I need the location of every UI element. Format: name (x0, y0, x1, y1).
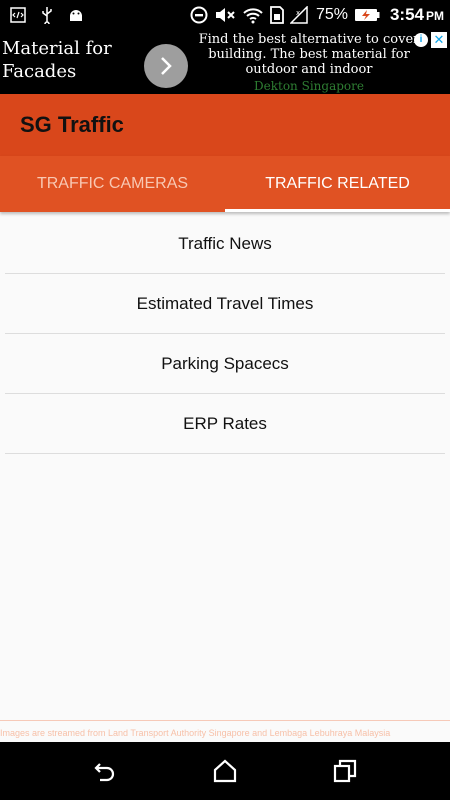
list-item-erp-rates[interactable]: ERP Rates (5, 394, 445, 454)
tab-traffic-cameras[interactable]: TRAFFIC CAMERAS (0, 156, 225, 212)
footer-note: Images are streamed from Land Transport … (0, 728, 391, 738)
home-icon[interactable] (212, 758, 238, 784)
code-icon (10, 7, 26, 23)
list-item-estimated-travel-times[interactable]: Estimated Travel Times (5, 274, 445, 334)
back-icon[interactable] (92, 758, 118, 784)
recent-apps-icon[interactable] (332, 758, 358, 784)
battery-charging-icon (354, 9, 380, 21)
tab-traffic-related[interactable]: TRAFFIC RELATED (225, 156, 450, 212)
wifi-icon (243, 8, 263, 24)
status-bar: x 75% 3:54 PM (0, 0, 450, 32)
clock-time: 3:54 (389, 5, 424, 24)
ad-description-text: Find the best alternative to cover build… (198, 32, 420, 77)
battery-percent: 75% (315, 6, 348, 23)
navigation-bar (0, 742, 450, 800)
clock-ampm: PM (426, 9, 444, 23)
ad-info-icon[interactable]: i (414, 33, 428, 47)
list-item-traffic-news[interactable]: Traffic News (5, 214, 445, 274)
do-not-disturb-icon (190, 6, 208, 24)
app-title: SG Traffic (20, 112, 124, 137)
list-item-parking-spaces[interactable]: Parking Spacecs (5, 334, 445, 394)
android-icon (70, 10, 82, 21)
mute-icon (215, 8, 235, 22)
ad-headline[interactable]: Material for Facades (2, 37, 142, 83)
ad-arrow-button[interactable] (144, 44, 188, 88)
footer-divider (0, 720, 450, 721)
traffic-related-list: Traffic News Estimated Travel Times Park… (5, 214, 445, 454)
chevron-right-icon (161, 57, 172, 75)
app-toolbar: SG Traffic (0, 94, 450, 156)
sim-card-icon (270, 6, 284, 24)
ad-close-icon[interactable]: ✕ (431, 32, 447, 48)
ad-description[interactable]: Find the best alternative to cover build… (192, 32, 426, 94)
ad-brand: Dekton Singapore (254, 79, 364, 93)
usb-icon (42, 7, 52, 24)
ad-banner[interactable]: Material for Facades Find the best alter… (0, 32, 450, 94)
svg-text:x: x (296, 9, 300, 17)
signal-icon: x (289, 6, 308, 24)
tab-bar: TRAFFIC CAMERAS TRAFFIC RELATED (0, 156, 450, 212)
